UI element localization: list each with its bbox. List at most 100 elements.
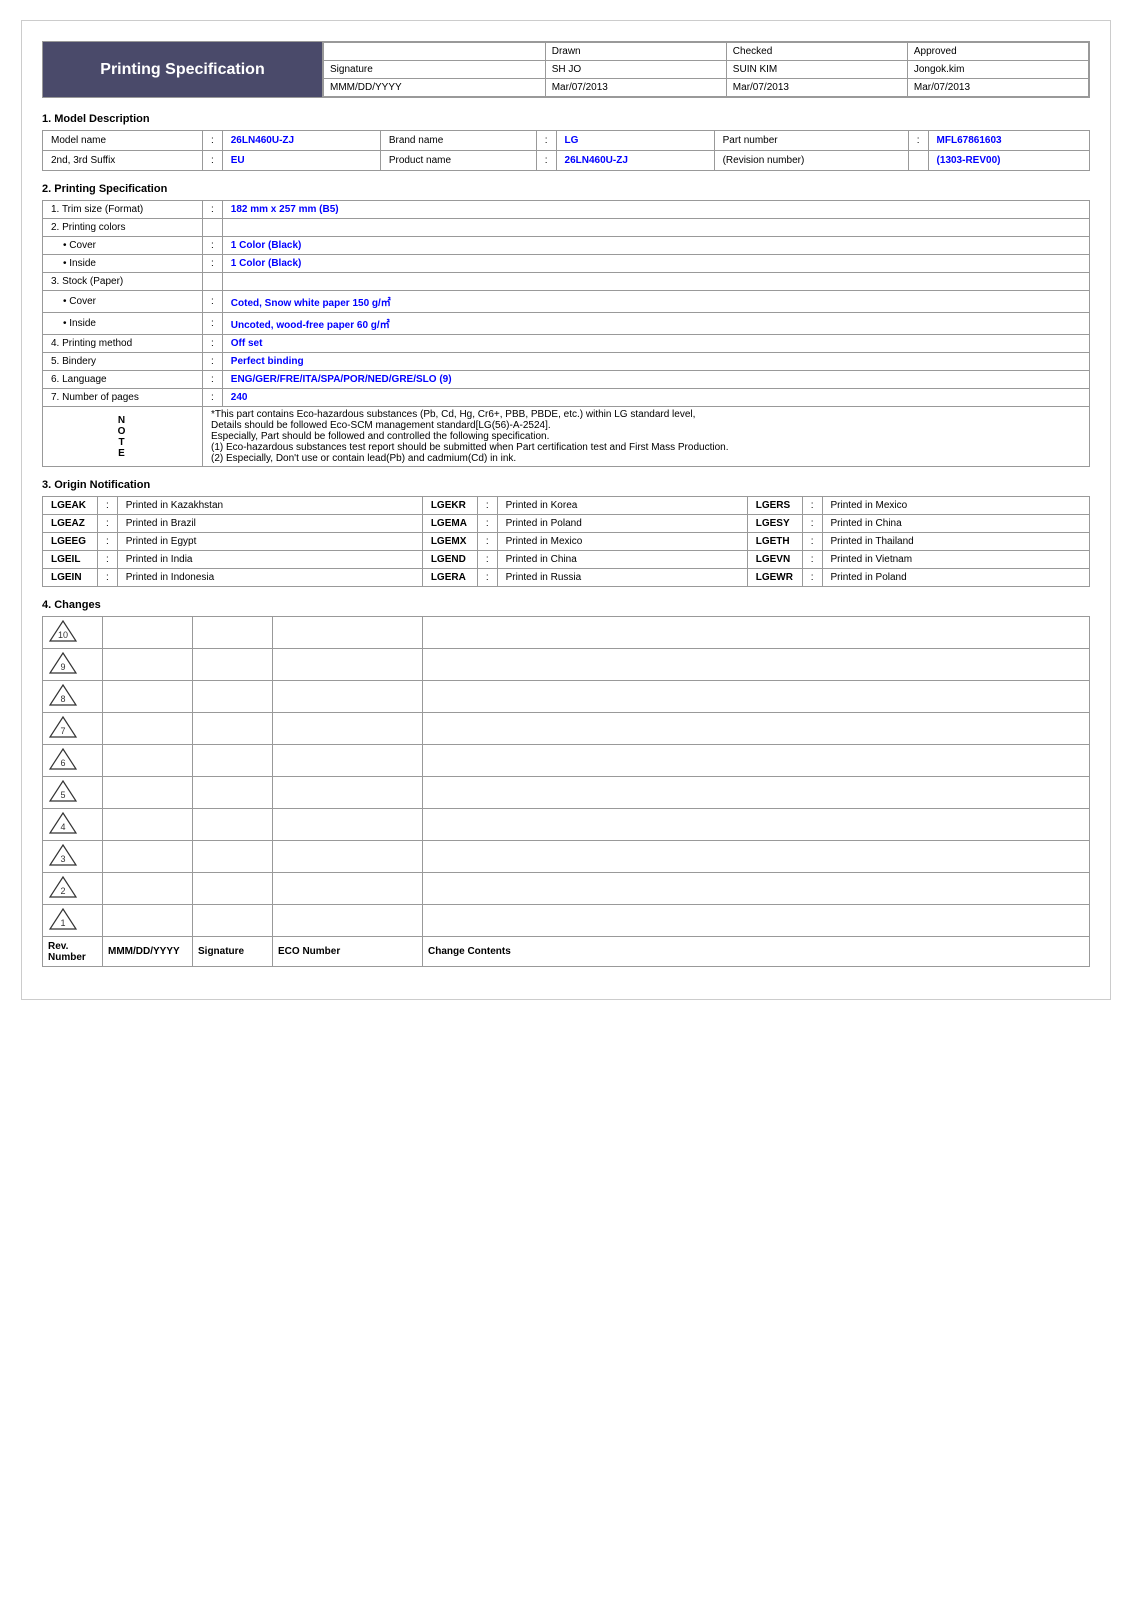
product-name-value: 26LN460U-ZJ bbox=[556, 151, 714, 171]
spec-item-row: 6. Language : ENG/GER/FRE/ITA/SPA/POR/NE… bbox=[43, 371, 1090, 389]
note-content: *This part contains Eco-hazardous substa… bbox=[203, 407, 1090, 467]
origin-colon: : bbox=[802, 551, 822, 569]
product-name-label: Product name bbox=[380, 151, 536, 171]
spec-item-colon: : bbox=[203, 255, 223, 273]
changes-row: 3 bbox=[43, 841, 1090, 873]
spec-item-row: 4. Printing method : Off set bbox=[43, 335, 1090, 353]
checked-signature: SUIN KIM bbox=[726, 61, 907, 79]
spec-item-colon: : bbox=[203, 389, 223, 407]
origin-colon: : bbox=[98, 569, 118, 587]
change-date bbox=[103, 873, 193, 905]
svg-text:9: 9 bbox=[60, 662, 65, 672]
spec-item-value: Coted, Snow white paper 150 g/㎡ bbox=[222, 291, 1089, 313]
change-signature bbox=[193, 617, 273, 649]
change-signature bbox=[193, 649, 273, 681]
change-contents bbox=[423, 809, 1090, 841]
origin-description: Printed in Vietnam bbox=[822, 551, 1089, 569]
spec-items: 1. Trim size (Format) : 182 mm x 257 mm … bbox=[43, 201, 1090, 407]
revision-number-cell: 9 bbox=[43, 649, 103, 681]
origin-colon: : bbox=[477, 569, 497, 587]
spec-item-colon: : bbox=[203, 201, 223, 219]
spec-item-label: 4. Printing method bbox=[43, 335, 203, 353]
spec-item-row: 2. Printing colors bbox=[43, 219, 1090, 237]
origin-row: LGEAK:Printed in KazakhstanLGEKR:Printed… bbox=[43, 497, 1090, 515]
note-line: (2) Especially, Don't use or contain lea… bbox=[211, 453, 1081, 464]
spec-item-colon: : bbox=[203, 291, 223, 313]
origin-code: LGEKR bbox=[422, 497, 477, 515]
svg-text:2: 2 bbox=[60, 886, 65, 896]
change-date bbox=[103, 905, 193, 937]
table-row: Model name : 26LN460U-ZJ Brand name : LG… bbox=[43, 131, 1090, 151]
footer-change-contents: Change Contents bbox=[423, 937, 1090, 967]
changes-rows: 10 9 8 7 6 5 4 3 bbox=[43, 617, 1090, 937]
spec-item-value: Off set bbox=[222, 335, 1089, 353]
change-signature bbox=[193, 809, 273, 841]
origin-description: Printed in Thailand bbox=[822, 533, 1089, 551]
approved-signature: Jongok.kim bbox=[907, 61, 1088, 79]
changes-row: 9 bbox=[43, 649, 1090, 681]
origin-description: Printed in India bbox=[117, 551, 422, 569]
notes-row: NOTE*This part contains Eco-hazardous su… bbox=[43, 407, 1090, 467]
spec-item-label: 5. Bindery bbox=[43, 353, 203, 371]
origin-description: Printed in Indonesia bbox=[117, 569, 422, 587]
spec-item-label: 2. Printing colors bbox=[43, 219, 203, 237]
revision-number-cell: 6 bbox=[43, 745, 103, 777]
footer-signature: Signature bbox=[193, 937, 273, 967]
model-name-value: 26LN460U-ZJ bbox=[222, 131, 380, 151]
spec-item-label: 6. Language bbox=[43, 371, 203, 389]
spec-item-colon: : bbox=[203, 335, 223, 353]
suffix-value: EU bbox=[222, 151, 380, 171]
revision-triangle-icon: 8 bbox=[48, 683, 78, 707]
printing-spec-table: 1. Trim size (Format) : 182 mm x 257 mm … bbox=[42, 200, 1090, 467]
change-date bbox=[103, 777, 193, 809]
origin-description: Printed in Mexico bbox=[822, 497, 1089, 515]
revision-number-cell: 7 bbox=[43, 713, 103, 745]
table-row: 2nd, 3rd Suffix : EU Product name : 26LN… bbox=[43, 151, 1090, 171]
change-contents bbox=[423, 713, 1090, 745]
origin-colon: : bbox=[98, 551, 118, 569]
origin-colon: : bbox=[477, 515, 497, 533]
origin-code: LGEMA bbox=[422, 515, 477, 533]
svg-text:3: 3 bbox=[60, 854, 65, 864]
colon4: : bbox=[202, 151, 222, 171]
change-contents bbox=[423, 617, 1090, 649]
origin-code: LGEWR bbox=[747, 569, 802, 587]
change-date bbox=[103, 649, 193, 681]
checked-date: Mar/07/2013 bbox=[726, 79, 907, 97]
change-eco-number bbox=[273, 905, 423, 937]
origin-code: LGEMX bbox=[422, 533, 477, 551]
spec-item-row: • Cover : Coted, Snow white paper 150 g/… bbox=[43, 291, 1090, 313]
footer-date: MMM/DD/YYYY bbox=[103, 937, 193, 967]
approved-date: Mar/07/2013 bbox=[907, 79, 1088, 97]
origin-colon: : bbox=[477, 497, 497, 515]
section1-header: 1. Model Description bbox=[42, 113, 1090, 125]
note-side-label: NOTE bbox=[43, 407, 203, 467]
origin-colon: : bbox=[98, 533, 118, 551]
origin-description: Printed in Mexico bbox=[497, 533, 747, 551]
origin-code: LGESY bbox=[747, 515, 802, 533]
svg-text:4: 4 bbox=[60, 822, 65, 832]
revision-value: (1303-REV00) bbox=[928, 151, 1089, 171]
origin-colon: : bbox=[98, 515, 118, 533]
drawn-date: Mar/07/2013 bbox=[545, 79, 726, 97]
changes-footer-row: Rev. Number MMM/DD/YYYY Signature ECO Nu… bbox=[43, 937, 1090, 967]
change-date bbox=[103, 841, 193, 873]
origin-code: LGEVN bbox=[747, 551, 802, 569]
spec-item-value: Uncoted, wood-free paper 60 g/㎡ bbox=[222, 313, 1089, 335]
change-eco-number bbox=[273, 809, 423, 841]
svg-text:1: 1 bbox=[60, 918, 65, 928]
brand-name-value: LG bbox=[556, 131, 714, 151]
svg-text:5: 5 bbox=[60, 790, 65, 800]
spec-item-row: 5. Bindery : Perfect binding bbox=[43, 353, 1090, 371]
change-eco-number bbox=[273, 649, 423, 681]
origin-row: LGEIL:Printed in IndiaLGEND:Printed in C… bbox=[43, 551, 1090, 569]
spec-item-value: 1 Color (Black) bbox=[222, 237, 1089, 255]
change-signature bbox=[193, 841, 273, 873]
change-date bbox=[103, 809, 193, 841]
date-label: MMM/DD/YYYY bbox=[324, 79, 546, 97]
spec-item-label: • Inside bbox=[43, 255, 203, 273]
colon6 bbox=[908, 151, 928, 171]
spec-item-label: • Cover bbox=[43, 291, 203, 313]
spec-item-colon: : bbox=[203, 353, 223, 371]
change-eco-number bbox=[273, 681, 423, 713]
